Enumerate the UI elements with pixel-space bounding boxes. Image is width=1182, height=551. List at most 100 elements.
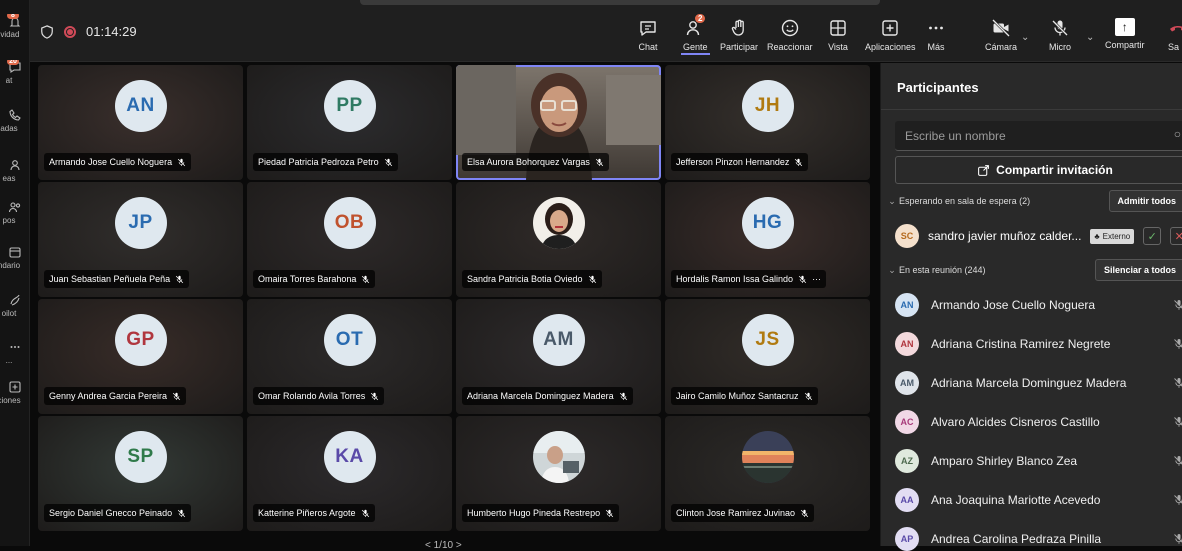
rail-item-4[interactable]: pos — [0, 200, 30, 225]
rail-item-8[interactable]: ciones — [0, 380, 30, 405]
participant-name-tag: Piedad Patricia Pedroza Petro — [253, 153, 398, 171]
mic-off-icon — [619, 392, 628, 401]
participants-panel: Participantes Escribe un nombre ○ Compar… — [880, 63, 1182, 546]
more-options-icon[interactable]: ··· — [812, 274, 821, 284]
avatar: AN — [895, 332, 919, 356]
app-rail: 8ividad 20 at adas eas pos ndario oilot... cione… — [0, 0, 30, 546]
participant-name: Sergio Daniel Gnecco Peinado — [49, 508, 172, 518]
avatar-initials: HG — [742, 197, 794, 249]
video-tile[interactable]: AM Adriana Marcela Dominguez Madera — [456, 299, 661, 414]
video-tile[interactable]: ANArmando Jose Cuello Noguera — [38, 65, 243, 180]
rail-item-1[interactable]: 20 at — [0, 60, 30, 85]
participant-row[interactable]: ANAdriana Cristina Ramirez Negrete — [895, 332, 1182, 356]
chevron-down-icon[interactable]: ⌄ — [1086, 32, 1094, 43]
view-button[interactable]: Vista — [828, 18, 848, 52]
mic-off-icon — [800, 509, 809, 518]
video-tile[interactable]: SPSergio Daniel Gnecco Peinado — [38, 416, 243, 531]
raise-hand-button[interactable]: Participar — [720, 18, 758, 52]
external-label: Externo — [1103, 232, 1131, 241]
video-tile[interactable]: Elsa Aurora Bohorquez Vargas — [456, 65, 661, 180]
participant-name: Ana Joaquina Mariotte Acevedo — [931, 493, 1100, 507]
participant-name: Andrea Carolina Pedraza Pinilla — [931, 532, 1101, 546]
participant-name: Armando Jose Cuello Noguera — [49, 157, 172, 167]
people-button[interactable]: 2 Gente — [683, 18, 708, 52]
video-tile[interactable]: KAKatterine Piñeros Argote — [247, 416, 452, 531]
phone-icon — [8, 108, 22, 122]
participant-name: Humberto Hugo Pineda Restrepo — [467, 508, 600, 518]
mic-off-icon — [605, 509, 614, 518]
share-screen-icon: ↑ — [1115, 18, 1135, 36]
apps-button[interactable]: Aplicaciones — [865, 18, 916, 52]
participant-row[interactable]: AAAna Joaquina Mariotte Acevedo — [895, 488, 1182, 512]
participant-name-tag: Omaira Torres Barahona — [253, 270, 375, 288]
lobby-section-header[interactable]: ⌄ Esperando en sala de espera (2) Admiti… — [885, 190, 1182, 212]
share-button[interactable]: ↑ Compartir — [1105, 18, 1145, 50]
mic-off-icon — [1173, 533, 1182, 545]
video-tile[interactable]: Humberto Hugo Pineda Restrepo — [456, 416, 661, 531]
hang-up-icon — [1168, 18, 1182, 38]
rail-item-2[interactable]: adas — [0, 108, 30, 133]
meeting-section-header[interactable]: ⌄ En esta reunión (244) Silenciar a todo… — [885, 259, 1182, 281]
avatar: AM — [895, 371, 919, 395]
video-tile[interactable]: GPGenny Andrea Garcia Pereira — [38, 299, 243, 414]
avatar-initials: JH — [742, 80, 794, 132]
video-tile[interactable]: HGHordalis Ramon Issa Galindo··· — [665, 182, 870, 297]
participant-row[interactable]: AMAdriana Marcela Dominguez Madera — [895, 371, 1182, 395]
external-icon: ♣ — [1094, 232, 1099, 241]
participant-search-input[interactable]: Escribe un nombre ○ — [895, 121, 1182, 151]
leave-button[interactable]: Sa — [1168, 18, 1182, 52]
video-tile[interactable]: Sandra Patricia Botia Oviedo — [456, 182, 661, 297]
participant-row[interactable]: AZAmparo Shirley Blanco Zea — [895, 449, 1182, 473]
video-tile[interactable]: OBOmaira Torres Barahona — [247, 182, 452, 297]
mic-off-icon — [1173, 338, 1182, 350]
share-invite-label: Compartir invitación — [996, 163, 1113, 177]
rail-label: ndario — [0, 261, 20, 270]
participant-row[interactable]: APAndrea Carolina Pedraza Pinilla — [895, 527, 1182, 551]
video-tile[interactable]: JSJairo Camilo Muñoz Santacruz — [665, 299, 870, 414]
rail-label: at — [6, 76, 13, 85]
notification-badge: 20 — [7, 60, 19, 65]
admit-all-button[interactable]: Admitir todos — [1109, 190, 1182, 212]
mic-off-icon — [1050, 18, 1070, 38]
rail-item-6[interactable]: oilot — [0, 293, 30, 318]
chat-icon — [638, 18, 658, 38]
deny-button[interactable]: ✕ — [1170, 227, 1182, 245]
participant-name: Sandra Patricia Botia Oviedo — [467, 274, 583, 284]
avatar: SC — [895, 224, 919, 248]
video-tile[interactable]: JHJefferson Pinzon Hernandez — [665, 65, 870, 180]
more-button[interactable]: Más — [926, 18, 946, 52]
admit-button[interactable]: ✓ — [1143, 227, 1161, 245]
participant-name-tag: Sandra Patricia Botia Oviedo — [462, 270, 602, 288]
rail-item-7[interactable]: ... — [0, 340, 30, 365]
avatar-initials: GP — [115, 314, 167, 366]
rail-item-3[interactable]: eas — [0, 158, 30, 183]
video-tile[interactable]: OTOmar Rolando Avila Torres — [247, 299, 452, 414]
rail-item-5[interactable]: ndario — [0, 245, 30, 270]
participant-row[interactable]: ANArmando Jose Cuello Noguera — [895, 293, 1182, 317]
mic-button[interactable]: Micro — [1049, 18, 1071, 52]
share-invite-button[interactable]: Compartir invitación — [895, 156, 1182, 184]
participant-name-tag: Humberto Hugo Pineda Restrepo — [462, 504, 619, 522]
participant-name-tag: Jairo Camilo Muñoz Santacruz — [671, 387, 818, 405]
mic-off-icon — [1173, 377, 1182, 389]
chevron-down-icon[interactable]: ⌄ — [1021, 32, 1029, 43]
react-button[interactable]: Reaccionar — [767, 18, 813, 52]
title-strip — [360, 0, 880, 5]
participant-name: Katterine Piñeros Argote — [258, 508, 356, 518]
participant-name-tag: Adriana Marcela Dominguez Madera — [462, 387, 633, 405]
avatar-initials: AM — [533, 314, 585, 366]
mic-off-icon — [1173, 494, 1182, 506]
participant-row[interactable]: ACAlvaro Alcides Cisneros Castillo — [895, 410, 1182, 434]
camera-button[interactable]: Cámara — [985, 18, 1017, 52]
video-tile[interactable]: PPPiedad Patricia Pedroza Petro — [247, 65, 452, 180]
participant-name-tag: Clinton Jose Ramirez Juvinao — [671, 504, 814, 522]
participant-name: Armando Jose Cuello Noguera — [931, 298, 1095, 312]
mic-off-icon — [1173, 299, 1182, 311]
mute-all-button[interactable]: Silenciar a todos — [1095, 259, 1182, 281]
video-tile[interactable]: JPJuan Sebastian Peñuela Peña — [38, 182, 243, 297]
video-tile[interactable]: Clinton Jose Ramirez Juvinao — [665, 416, 870, 531]
rail-item-0[interactable]: 8ividad — [0, 14, 30, 39]
participant-name-tag: Omar Rolando Avila Torres — [253, 387, 384, 405]
chat-button[interactable]: Chat — [638, 18, 658, 52]
leave-label: Sa — [1168, 42, 1179, 52]
